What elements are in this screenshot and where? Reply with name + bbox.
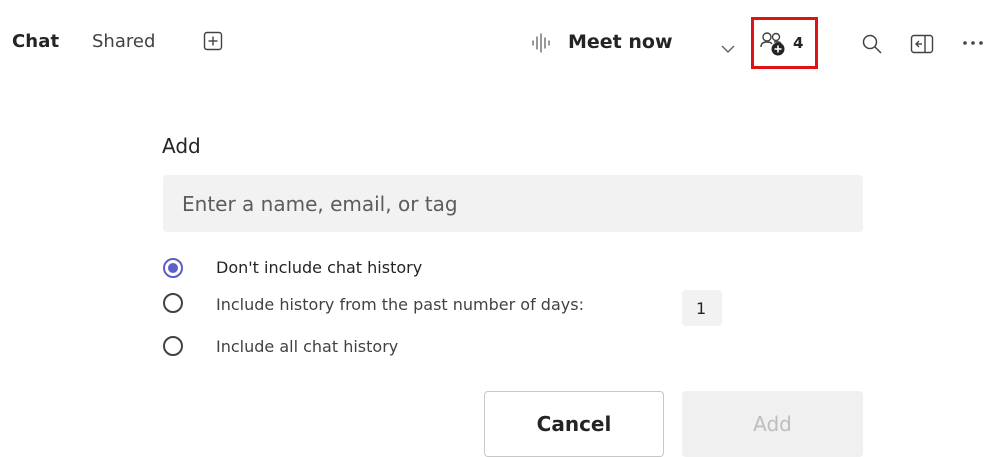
radio-days-history-label[interactable]: Include history from the past number of … bbox=[216, 295, 584, 314]
people-search-input[interactable] bbox=[163, 175, 863, 232]
more-options-icon[interactable] bbox=[960, 32, 986, 54]
radio-no-history-label[interactable]: Don't include chat history bbox=[216, 258, 422, 277]
history-days-input[interactable] bbox=[682, 290, 722, 326]
waveform-icon[interactable] bbox=[531, 33, 551, 53]
people-add-icon[interactable] bbox=[760, 31, 788, 57]
participant-count[interactable]: 4 bbox=[793, 34, 803, 52]
side-panel-icon[interactable] bbox=[910, 34, 934, 54]
search-icon[interactable] bbox=[861, 33, 883, 55]
chevron-down-icon[interactable] bbox=[721, 39, 735, 53]
add-button[interactable]: Add bbox=[682, 391, 863, 457]
radio-no-history[interactable] bbox=[163, 258, 183, 278]
tab-shared[interactable]: Shared bbox=[92, 31, 155, 52]
add-people-title: Add bbox=[162, 134, 201, 158]
tab-chat[interactable]: Chat bbox=[12, 31, 59, 52]
radio-days-history[interactable] bbox=[163, 293, 183, 313]
cancel-button[interactable]: Cancel bbox=[484, 391, 664, 457]
add-tab-icon[interactable] bbox=[203, 31, 223, 51]
meet-now-label[interactable]: Meet now bbox=[568, 31, 673, 53]
radio-all-history[interactable] bbox=[163, 336, 183, 356]
radio-all-history-label[interactable]: Include all chat history bbox=[216, 337, 398, 356]
